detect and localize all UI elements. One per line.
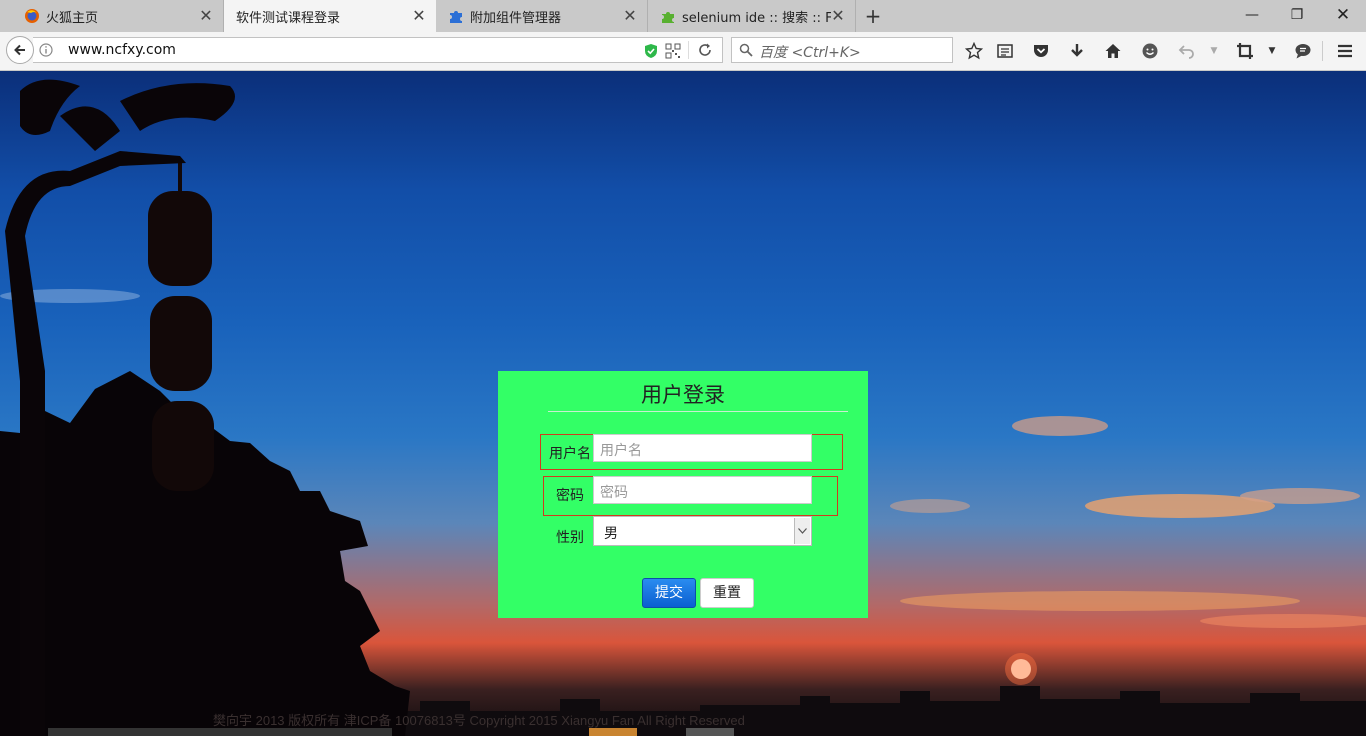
search-placeholder: 百度 <Ctrl+K> bbox=[759, 45, 861, 61]
download-icon[interactable] bbox=[1067, 41, 1087, 61]
emoji-feedback-icon[interactable] bbox=[1140, 41, 1160, 61]
reset-button[interactable]: 重置 bbox=[700, 578, 754, 608]
crop-screenshot-icon[interactable] bbox=[1235, 41, 1255, 61]
tab-strip: 火狐主页 ✕ 软件测试课程登录 ✕ 附加组件管理器 ✕ selenium ide… bbox=[0, 0, 1366, 33]
undo-icon[interactable] bbox=[1177, 41, 1197, 61]
url-bar[interactable]: www.ncfxy.com bbox=[33, 37, 723, 63]
login-form: 用户登录 用户名 用户名 密码 密码 性别 男 提交 重置 bbox=[498, 371, 868, 618]
close-icon[interactable]: ✕ bbox=[623, 8, 637, 24]
tab-selenium-search[interactable]: selenium ide :: 搜索 :: Fir... ✕ bbox=[648, 0, 856, 32]
chat-bubble-icon[interactable] bbox=[1293, 41, 1313, 61]
info-icon[interactable] bbox=[39, 43, 53, 57]
new-tab-button[interactable]: + bbox=[862, 5, 884, 27]
shield-icon[interactable] bbox=[643, 43, 659, 59]
password-input[interactable]: 密码 bbox=[593, 476, 812, 504]
close-icon[interactable]: ✕ bbox=[831, 8, 845, 24]
home-icon[interactable] bbox=[1103, 41, 1123, 61]
url-text[interactable]: www.ncfxy.com bbox=[68, 42, 176, 58]
submit-button[interactable]: 提交 bbox=[642, 578, 696, 608]
crop-dropdown-icon[interactable]: ▼ bbox=[1262, 41, 1282, 61]
tab-addon-manager[interactable]: 附加组件管理器 ✕ bbox=[436, 0, 648, 32]
form-title: 用户登录 bbox=[641, 383, 725, 407]
chevron-down-icon[interactable] bbox=[794, 518, 810, 544]
gender-select[interactable]: 男 bbox=[593, 516, 812, 546]
tab-title: 附加组件管理器 bbox=[470, 10, 562, 26]
search-icon bbox=[739, 43, 753, 57]
back-arrow-icon bbox=[14, 44, 25, 56]
separator bbox=[1322, 41, 1323, 61]
tab-title: selenium ide :: 搜索 :: Fir... bbox=[682, 10, 831, 26]
navigation-bar: www.ncfxy.com 百度 <Ctrl+K> ▼ ▼ bbox=[0, 32, 1366, 71]
restore-button[interactable]: ❐ bbox=[1285, 4, 1309, 26]
bookmark-star-icon[interactable] bbox=[964, 41, 984, 61]
close-icon[interactable]: ✕ bbox=[199, 8, 213, 24]
tab-title: 软件测试课程登录 bbox=[236, 10, 341, 26]
gender-selected-value: 男 bbox=[604, 526, 618, 542]
search-bar[interactable]: 百度 <Ctrl+K> bbox=[731, 37, 953, 63]
qr-code-icon[interactable] bbox=[665, 43, 681, 59]
taskbar-fragment bbox=[589, 728, 637, 736]
addon-icon bbox=[662, 12, 674, 23]
close-icon[interactable]: ✕ bbox=[412, 8, 426, 24]
copyright-footer: 樊向宇 2013 版权所有 津ICP备 10076813号 Copyright … bbox=[213, 713, 745, 728]
menu-icon[interactable] bbox=[1335, 41, 1355, 61]
username-label: 用户名 bbox=[549, 446, 591, 462]
tab-firefox-home[interactable]: 火狐主页 ✕ bbox=[12, 0, 224, 32]
separator bbox=[688, 41, 689, 59]
tab-course-login[interactable]: 软件测试课程登录 ✕ bbox=[224, 0, 436, 32]
username-input[interactable]: 用户名 bbox=[593, 434, 812, 462]
pocket-icon[interactable] bbox=[1031, 41, 1051, 61]
minimize-button[interactable]: — bbox=[1240, 4, 1264, 26]
reload-icon[interactable] bbox=[697, 42, 713, 58]
puzzle-icon bbox=[450, 11, 462, 23]
firefox-icon bbox=[25, 9, 39, 23]
back-button[interactable] bbox=[6, 36, 34, 64]
password-label: 密码 bbox=[556, 488, 584, 504]
taskbar-fragment bbox=[48, 728, 392, 736]
gender-label: 性别 bbox=[556, 530, 584, 546]
page-content: 用户登录 用户名 用户名 密码 密码 性别 男 提交 重置 樊向宇 2013 版… bbox=[0, 71, 1366, 736]
tab-title: 火狐主页 bbox=[46, 10, 99, 26]
title-divider bbox=[548, 411, 848, 412]
taskbar-fragment bbox=[686, 728, 734, 736]
reader-list-icon[interactable] bbox=[995, 41, 1015, 61]
close-window-button[interactable]: ✕ bbox=[1331, 4, 1355, 26]
undo-dropdown-icon[interactable]: ▼ bbox=[1204, 41, 1224, 61]
